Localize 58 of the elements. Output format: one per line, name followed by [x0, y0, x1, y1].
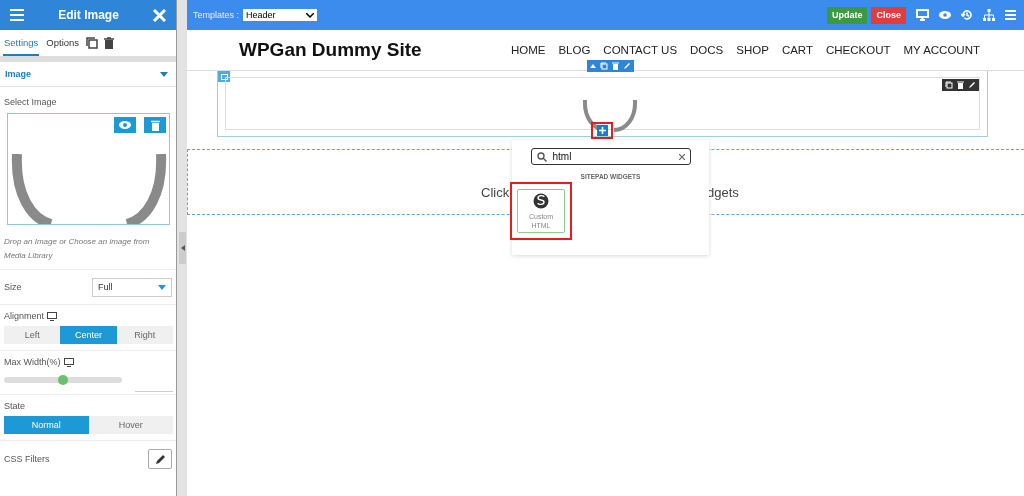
copy-icon[interactable]: [86, 37, 99, 49]
sitemap-icon[interactable]: [983, 9, 995, 21]
search-field[interactable]: html: [530, 148, 691, 165]
field-label: Size: [4, 282, 22, 292]
close-button[interactable]: Close: [871, 6, 906, 24]
nav-link[interactable]: SHOP: [736, 44, 769, 56]
add-button[interactable]: [596, 125, 608, 136]
nav-link[interactable]: HOME: [510, 44, 546, 56]
caret-icon[interactable]: [590, 64, 596, 68]
panel-title: Edit Image: [58, 8, 119, 22]
caret-icon: [160, 71, 168, 77]
menu-icon[interactable]: [1005, 10, 1016, 20]
edit-button[interactable]: [148, 449, 172, 469]
search-icon: [536, 151, 547, 162]
site-title: WPGan Dummy Site: [239, 39, 422, 61]
caret-icon: [306, 12, 315, 18]
nav-link[interactable]: DOCS: [690, 44, 724, 56]
drop-zone-text: Click: [481, 185, 510, 200]
spiral-icon: [533, 192, 549, 209]
eye-icon: [119, 121, 131, 129]
caret-icon: [158, 284, 166, 290]
section-icon[interactable]: [218, 71, 230, 82]
plus-icon: [598, 127, 606, 134]
clear-icon[interactable]: [678, 153, 685, 160]
desktop-icon[interactable]: [47, 311, 58, 321]
copy-icon[interactable]: [945, 81, 953, 89]
nav-link[interactable]: CONTACT US: [603, 44, 678, 56]
pencil-icon: [154, 453, 166, 465]
pencil-icon[interactable]: [968, 81, 976, 89]
update-button[interactable]: Update: [826, 6, 868, 24]
template-select[interactable]: Header: [243, 9, 318, 21]
nav-link[interactable]: BLOG: [558, 44, 591, 56]
collapse-handle[interactable]: [179, 232, 186, 264]
trash-icon: [150, 119, 160, 131]
tab[interactable]: Options: [45, 30, 81, 56]
field-label: Alignment: [4, 311, 45, 321]
trash-icon[interactable]: [957, 81, 964, 89]
close-icon[interactable]: [153, 8, 166, 22]
field-label: Select Image: [3, 96, 58, 109]
templates-label: Templates :: [193, 10, 240, 20]
nav-link[interactable]: CART: [781, 44, 813, 56]
slider-thumb[interactable]: [58, 375, 68, 385]
nav-link[interactable]: CHECKOUT: [826, 44, 891, 56]
arc-image: [582, 100, 638, 132]
field-label: CSS Filters: [4, 454, 50, 464]
field-label: State: [4, 401, 26, 411]
slider-track[interactable]: [4, 377, 122, 383]
field-label: Max Width(%): [4, 357, 61, 367]
trash-icon[interactable]: [104, 37, 115, 49]
menu-icon[interactable]: [10, 9, 24, 21]
nav-link[interactable]: MY ACCOUNT: [903, 44, 980, 56]
history-icon[interactable]: [961, 9, 973, 21]
delete-button[interactable]: [144, 117, 166, 133]
desktop-icon[interactable]: [63, 357, 74, 367]
image-preview[interactable]: [7, 113, 170, 225]
size-select[interactable]: Full: [92, 277, 172, 297]
eye-icon[interactable]: [939, 11, 951, 19]
preview-button[interactable]: [114, 117, 136, 133]
